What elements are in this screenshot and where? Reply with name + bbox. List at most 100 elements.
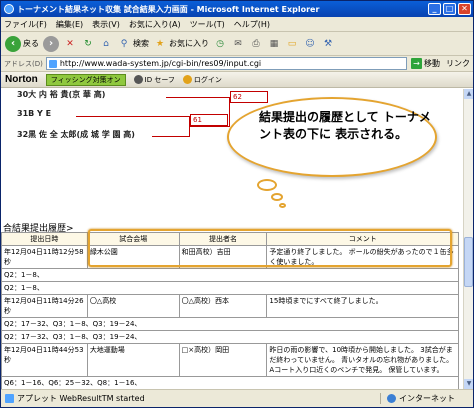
player-32: 32黒 佐 全 太郎(成 城 学 園 高) bbox=[17, 130, 135, 139]
star-icon: ★ bbox=[155, 38, 165, 49]
address-input[interactable]: http://www.wada-system.jp/cgi-bin/res09/… bbox=[45, 57, 407, 70]
go-arrow-icon: → bbox=[411, 58, 422, 69]
minimize-button[interactable]: _ bbox=[428, 3, 441, 15]
bracket-line bbox=[152, 136, 190, 137]
callout-text: 結果提出の履歴として トーナメント表の下に 表示される。 bbox=[259, 110, 431, 141]
messenger-icon[interactable]: ☺ bbox=[303, 37, 317, 51]
folder-icon[interactable]: ▭ bbox=[285, 37, 299, 51]
score-input[interactable]: 61 bbox=[190, 114, 228, 126]
callout-bubble bbox=[271, 193, 283, 201]
norton-toolbar: Norton フィッシング対策オン ID セーフ ログイン bbox=[1, 72, 473, 88]
forward-button[interactable]: › bbox=[43, 35, 59, 52]
id-safe-label: ID セーフ bbox=[144, 75, 175, 84]
go-label: 移動 bbox=[424, 59, 440, 68]
player-30: 30大 内 裕 貴(京 華 高) bbox=[17, 90, 106, 99]
favorites-label: お気に入り bbox=[169, 39, 209, 48]
vertical-scrollbar[interactable]: ▲ ▼ bbox=[463, 89, 473, 389]
page-status-icon bbox=[5, 394, 14, 403]
norton-logo: Norton bbox=[5, 74, 38, 85]
cell-venue: 〇△高校 bbox=[86, 294, 180, 318]
zone-label: インターネット bbox=[399, 394, 455, 403]
score-input[interactable]: 62 bbox=[230, 91, 268, 103]
bracket-line bbox=[166, 97, 230, 98]
stop-icon[interactable]: ✕ bbox=[63, 37, 77, 51]
go-button[interactable]: → 移動 bbox=[411, 58, 440, 69]
page-icon bbox=[48, 59, 57, 68]
id-safe-button[interactable]: ID セーフ bbox=[133, 75, 175, 85]
window-title: トーナメント結果ネット収集 試合結果入力画面 - Microsoft Inter… bbox=[17, 4, 320, 14]
table-row: Q2：17－32、Q3：1－8、Q3：19－24、 bbox=[1, 317, 459, 331]
table-row: 年12月04日11時44分53秒 大地運動場 □×高校）岡田 昨日の雨の影響で、… bbox=[1, 343, 459, 377]
bracket-line bbox=[189, 126, 230, 127]
favorites-button[interactable]: ★ お気に入り bbox=[153, 37, 209, 51]
mail-icon[interactable]: ✉ bbox=[231, 37, 245, 51]
menu-tools[interactable]: ツール(T) bbox=[190, 19, 225, 30]
title-bar: トーナメント結果ネット収集 試合結果入力画面 - Microsoft Inter… bbox=[1, 1, 473, 17]
cell-venue: 大地運動場 bbox=[86, 343, 180, 377]
status-bar: アプレット WebResultTM started インターネット bbox=[1, 389, 473, 407]
login-button[interactable]: ログイン bbox=[182, 75, 222, 85]
callout-bubble bbox=[279, 203, 286, 208]
globe-icon bbox=[387, 394, 396, 403]
history-icon[interactable]: ◷ bbox=[213, 37, 227, 51]
status-text: アプレット WebResultTM started bbox=[17, 394, 145, 403]
toolbar: ‹ 戻る › ✕ ↻ ⌂ ⚲ 検索 ★ お気に入り ◷ ✉ ⎙ ▦ ▭ ☺ ⚒ bbox=[1, 32, 473, 56]
menu-help[interactable]: ヘルプ(H) bbox=[234, 19, 270, 30]
cell-detail: Q2：17－32、Q3：1－8、Q3：19－24、 bbox=[1, 330, 459, 344]
back-button[interactable]: ‹ 戻る bbox=[5, 35, 39, 52]
table-row: Q2：1－8、 bbox=[1, 281, 459, 295]
menu-view[interactable]: 表示(V) bbox=[92, 19, 120, 30]
address-url: http://www.wada-system.jp/cgi-bin/res09/… bbox=[59, 59, 262, 68]
ie-icon bbox=[4, 4, 14, 14]
table-row: Q6：1－16、Q6：25－32、Q8：1－16、 bbox=[1, 376, 459, 389]
search-icon: ⚲ bbox=[120, 38, 128, 49]
links-button[interactable]: リンク bbox=[446, 58, 470, 69]
scroll-up-icon[interactable]: ▲ bbox=[464, 89, 473, 99]
cell-detail: Q2：1－8、 bbox=[1, 281, 459, 295]
close-button[interactable]: ✕ bbox=[458, 3, 471, 15]
security-zone: インターネット bbox=[380, 393, 455, 404]
address-label: アドレス(D) bbox=[4, 59, 43, 68]
scroll-thumb[interactable] bbox=[464, 237, 473, 287]
edit-icon[interactable]: ▦ bbox=[267, 37, 281, 51]
home-icon[interactable]: ⌂ bbox=[99, 37, 113, 51]
menu-edit[interactable]: 編集(E) bbox=[56, 19, 83, 30]
cell-date: 年12月04日11時44分53秒 bbox=[1, 343, 88, 377]
menu-favorites[interactable]: お気に入り(A) bbox=[129, 19, 181, 30]
browser-window: トーナメント結果ネット収集 試合結果入力画面 - Microsoft Inter… bbox=[0, 0, 474, 408]
phishing-toggle[interactable]: フィッシング対策オン bbox=[45, 73, 126, 86]
cell-submitter: □×高校）岡田 bbox=[178, 343, 268, 377]
callout-bubble bbox=[257, 179, 277, 191]
maximize-button[interactable]: □ bbox=[443, 3, 456, 15]
cell-detail: Q2：17－32、Q3：1－8、Q3：19－24、 bbox=[1, 317, 459, 331]
back-label: 戻る bbox=[23, 39, 39, 48]
search-label: 検索 bbox=[133, 39, 149, 48]
page-content: 30大 内 裕 貴(京 華 高) 31B Y E 32黒 佐 全 太郎(成 城 … bbox=[1, 89, 463, 389]
cell-date: 年12月04日11時14分26秒 bbox=[1, 294, 88, 318]
login-label: ログイン bbox=[193, 75, 222, 84]
table-row: 年12月04日11時14分26秒 〇△高校 〇△高校）西本 15時頃までにすべて… bbox=[1, 294, 459, 318]
refresh-icon[interactable]: ↻ bbox=[81, 37, 95, 51]
bracket-line bbox=[76, 116, 190, 117]
cell-comment: 昨日の雨の影響で、10時頃から開始しました。 3試合がまだ終わっていません。 青… bbox=[266, 343, 459, 377]
id-safe-icon bbox=[133, 75, 143, 84]
cell-date: 年12月04日11時12分58秒 bbox=[1, 245, 88, 269]
menu-bar: ファイル(F) 編集(E) 表示(V) お気に入り(A) ツール(T) ヘルプ(… bbox=[1, 17, 473, 32]
back-arrow-icon: ‹ bbox=[5, 35, 21, 52]
table-row: Q2：1－8、 bbox=[1, 268, 459, 282]
menu-file[interactable]: ファイル(F) bbox=[4, 19, 47, 30]
cell-submitter: 〇△高校）西本 bbox=[178, 294, 268, 318]
tools-icon[interactable]: ⚒ bbox=[321, 37, 335, 51]
address-bar: アドレス(D) http://www.wada-system.jp/cgi-bi… bbox=[1, 56, 473, 72]
print-icon[interactable]: ⎙ bbox=[249, 37, 263, 51]
search-button[interactable]: ⚲ 検索 bbox=[117, 37, 149, 51]
login-icon bbox=[182, 75, 192, 84]
player-31: 31B Y E bbox=[17, 109, 52, 118]
cell-detail: Q6：1－16、Q6：25－32、Q8：1－16、 bbox=[1, 376, 459, 389]
header-date: 提出日時 bbox=[1, 232, 88, 246]
cell-comment: 15時頃までにすべて終了しました。 bbox=[266, 294, 459, 318]
highlight-frame bbox=[88, 229, 452, 267]
cell-detail: Q2：1－8、 bbox=[1, 268, 459, 282]
table-row: Q2：17－32、Q3：1－8、Q3：19－24、 bbox=[1, 330, 459, 344]
scroll-down-icon[interactable]: ▼ bbox=[464, 379, 473, 389]
